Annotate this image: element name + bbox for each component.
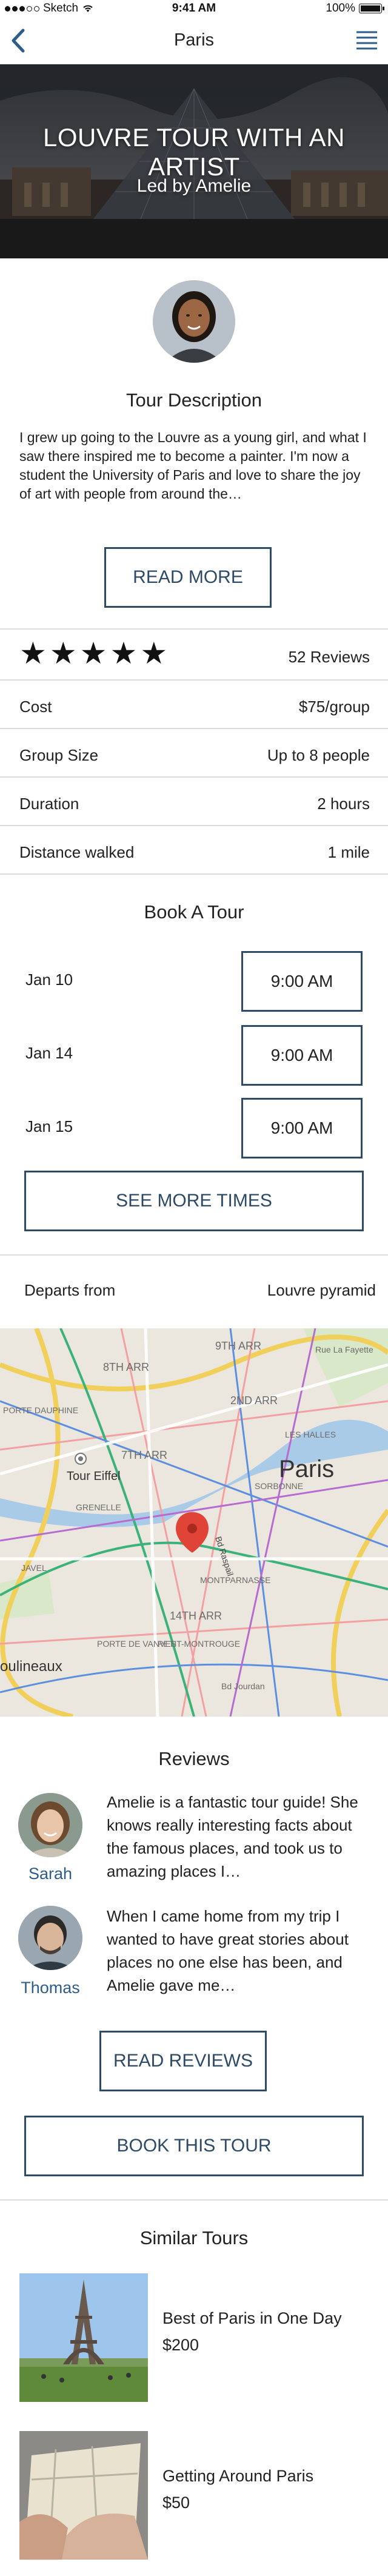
- group-size-label: Group Size: [19, 746, 99, 764]
- map-label: PORTE DAUPHINE: [3, 1405, 78, 1415]
- slot-date: Jan 15: [25, 1117, 73, 1135]
- divider: [0, 628, 388, 630]
- eiffel-tower-photo: [19, 2273, 148, 2402]
- similar-heading: Similar Tours: [139, 2227, 249, 2248]
- read-reviews-button[interactable]: READ REVIEWS: [99, 2031, 267, 2091]
- similar-tour-price: $50: [162, 2494, 190, 2512]
- map-graphic: 9TH ARR 8TH ARR 2ND ARR PORTE DAUPHINE 7…: [0, 1328, 388, 1717]
- similar-tour-title[interactable]: Getting Around Paris: [162, 2463, 313, 2489]
- reviewer-name[interactable]: Thomas: [14, 1979, 87, 1997]
- departure-map[interactable]: 9TH ARR 8TH ARR 2ND ARR PORTE DAUPHINE 7…: [0, 1328, 388, 1717]
- battery-group: 100%: [326, 2, 384, 15]
- slot-date: Jan 10: [25, 970, 73, 989]
- divider: [0, 679, 388, 681]
- map-label: Bd Jourdan: [221, 1681, 265, 1691]
- reviews-heading: Reviews: [158, 1748, 230, 1769]
- star-icon: ★: [19, 636, 47, 670]
- hero-banner: LOUVRE TOUR WITH AN ARTIST Led by Amelie: [0, 64, 388, 258]
- map-label: Tour Eiffel: [67, 1470, 121, 1483]
- description-text: I grew up going to the Louvre as a young…: [19, 429, 367, 502]
- time-slot-button[interactable]: 9:00 AM: [241, 1098, 363, 1159]
- similar-tour-title[interactable]: Best of Paris in One Day: [162, 2305, 342, 2332]
- star-icon: ★: [140, 636, 168, 670]
- divider: [0, 776, 388, 778]
- divider: [0, 873, 388, 875]
- divider: [0, 728, 388, 729]
- divider: [0, 1254, 388, 1256]
- map-label: 14TH ARR: [170, 1610, 222, 1622]
- map-label: JAVEL: [21, 1563, 47, 1573]
- divider: [0, 2199, 388, 2201]
- nav-bar: Paris: [0, 17, 388, 64]
- duration-value: 2 hours: [317, 795, 370, 813]
- map-label: 8TH ARR: [103, 1361, 149, 1373]
- similar-tour-thumbnail[interactable]: [19, 2273, 148, 2402]
- map-label: GRENELLE: [76, 1502, 121, 1512]
- booking-heading: Book A Tour: [144, 901, 244, 923]
- reviewer-photo: [18, 1906, 82, 1970]
- cost-label: Cost: [19, 698, 52, 716]
- map-label: 9TH ARR: [215, 1340, 261, 1352]
- description-heading: Tour Description: [126, 389, 262, 411]
- duration-label: Duration: [19, 795, 79, 813]
- guide-portrait-photo: [153, 280, 235, 363]
- rating-stars: ★ ★ ★ ★ ★: [19, 638, 167, 668]
- battery-percent: 100%: [326, 2, 355, 15]
- similar-tour-thumbnail[interactable]: [19, 2431, 148, 2560]
- time-slot-button[interactable]: 9:00 AM: [241, 951, 363, 1012]
- star-icon: ★: [110, 636, 138, 670]
- status-bar: Sketch 9:41 AM 100%: [0, 0, 388, 17]
- guide-subtitle: Led by Amelie: [136, 176, 252, 196]
- map-label: oulineaux: [0, 1658, 62, 1675]
- map-label: PETIT-MONTROUGE: [158, 1639, 240, 1649]
- distance-value: 1 mile: [327, 843, 370, 861]
- reviewer-photo: [18, 1793, 82, 1857]
- hamburger-menu-icon[interactable]: [355, 29, 378, 52]
- divider: [0, 825, 388, 826]
- map-label: LES HALLES: [285, 1430, 336, 1439]
- review-text: Amelie is a fantastic tour guide! She kn…: [107, 1793, 358, 1880]
- book-tour-button[interactable]: BOOK THIS TOUR: [24, 2116, 364, 2176]
- departs-label: Departs from: [24, 1281, 116, 1299]
- reviewer-avatar[interactable]: [18, 1793, 82, 1857]
- map-label: Rue La Fayette: [315, 1345, 373, 1354]
- reviewer-avatar[interactable]: [18, 1906, 82, 1970]
- distance-label: Distance walked: [19, 843, 135, 861]
- star-icon: ★: [79, 636, 107, 670]
- guide-avatar: [153, 280, 235, 363]
- cost-value: $75/group: [298, 698, 370, 716]
- page-title: Paris: [173, 30, 215, 50]
- map-label: MONTPARNASSE: [200, 1575, 270, 1585]
- slot-date: Jan 14: [25, 1044, 73, 1062]
- read-more-button[interactable]: READ MORE: [104, 547, 272, 608]
- group-size-value: Up to 8 people: [267, 746, 370, 764]
- departs-value: Louvre pyramid: [267, 1281, 376, 1299]
- reviewer-name[interactable]: Sarah: [14, 1865, 87, 1883]
- reviews-count-link[interactable]: 52 Reviews: [289, 648, 370, 667]
- similar-tour-price: $200: [162, 2336, 199, 2354]
- map-label: 2ND ARR: [230, 1394, 278, 1407]
- star-icon: ★: [49, 636, 77, 670]
- time-slot-button[interactable]: 9:00 AM: [241, 1025, 363, 1086]
- tour-title: LOUVRE TOUR WITH AN ARTIST: [42, 123, 346, 181]
- see-more-times-button[interactable]: SEE MORE TIMES: [24, 1171, 364, 1231]
- review-text: When I came home from my trip I wanted t…: [107, 1907, 349, 1994]
- map-label: SORBONNE: [255, 1481, 303, 1491]
- battery-icon: [359, 4, 384, 13]
- map-label: 7TH ARR: [121, 1449, 167, 1461]
- map-city-label: Paris: [279, 1456, 334, 1482]
- map-in-hand-photo: [19, 2431, 148, 2560]
